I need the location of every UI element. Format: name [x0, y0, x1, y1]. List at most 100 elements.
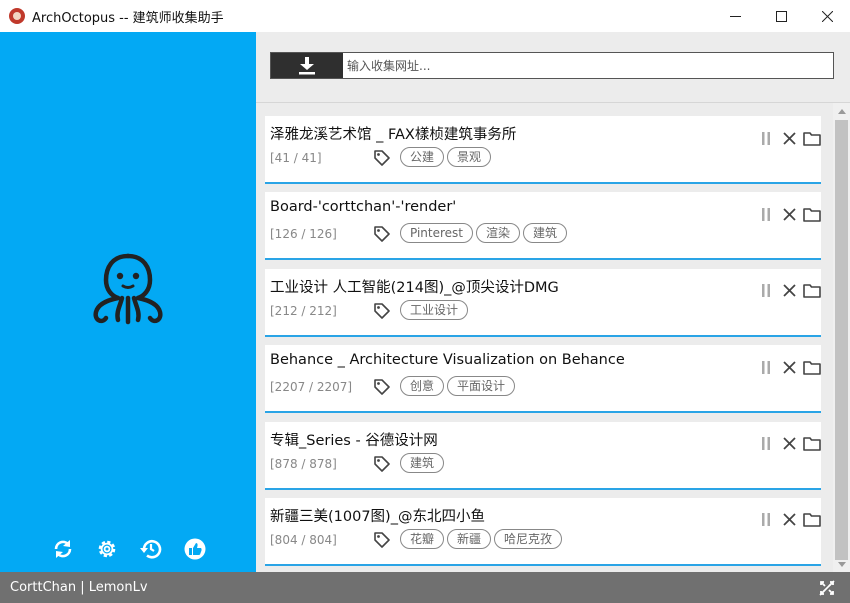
task-progress-bar	[265, 487, 821, 490]
tag-chip[interactable]: 哈尼克孜	[494, 528, 563, 549]
pause-icon	[762, 284, 770, 298]
tag-chip[interactable]: 建筑	[523, 223, 568, 244]
task-list: 泽雅龙溪艺术馆 _ FAX樣桢建筑事务所 [41 / 41] 公建 景观 Boar…	[265, 116, 821, 572]
task-progress-bar	[265, 258, 821, 261]
like-button[interactable]	[182, 536, 208, 562]
tag-chip[interactable]: 公建	[400, 147, 445, 167]
task-actions	[757, 129, 821, 147]
tag-list: 创意 平面设计	[400, 376, 516, 397]
task-item[interactable]: 专辑_Series - 谷德设计网 [878 / 878] 建筑	[265, 421, 821, 490]
task-count: [212 / 212]	[270, 303, 337, 318]
task-title: 专辑_Series - 谷德设计网	[270, 432, 438, 449]
scrollbar[interactable]	[833, 103, 850, 572]
pause-button[interactable]	[757, 129, 775, 147]
task-progress-fill	[265, 487, 821, 490]
open-folder-button[interactable]	[803, 511, 821, 529]
task-progress-bar	[265, 182, 821, 184]
folder-icon	[803, 284, 821, 299]
octopus-logo-icon	[93, 253, 163, 325]
task-item[interactable]: Behance _ Architecture Visualization on …	[265, 345, 821, 414]
pause-button[interactable]	[757, 282, 775, 300]
open-folder-button[interactable]	[803, 358, 821, 376]
scroll-up-arrow-icon[interactable]	[833, 103, 850, 120]
scroll-down-arrow-icon[interactable]	[833, 556, 850, 572]
main-panel: 泽雅龙溪艺术馆 _ FAX樣桢建筑事务所 [41 / 41] 公建景观 Boar…	[256, 32, 850, 572]
task-item[interactable]: 新疆三美(1007图)_@东北四小鱼 [804 / 804] 花瓣 新疆 哈尼克孜	[265, 497, 821, 566]
task-actions	[757, 282, 821, 300]
folder-icon	[803, 131, 821, 146]
folder-icon	[803, 513, 821, 528]
close-window-button[interactable]	[804, 0, 850, 32]
sidebar	[0, 32, 256, 572]
open-folder-button[interactable]	[803, 129, 821, 147]
folder-icon	[803, 208, 821, 222]
close-icon	[782, 284, 796, 297]
history-button[interactable]	[138, 536, 164, 562]
tag-icon	[374, 302, 390, 319]
remove-task-button[interactable]	[780, 435, 798, 453]
pause-button[interactable]	[757, 435, 775, 453]
tag-icon	[374, 226, 390, 243]
close-icon	[821, 10, 833, 22]
task-list-area: 泽雅龙溪艺术馆 _ FAX樣桢建筑事务所 [41 / 41] 公建 景观 Boar…	[256, 102, 850, 572]
status-bar: CorttChan | LemonLv	[0, 572, 850, 603]
url-input[interactable]	[343, 53, 833, 78]
tag-chip[interactable]: 工业设计	[400, 299, 469, 320]
task-title: 泽雅龙溪艺术馆 _ FAX樣桢建筑事务所	[270, 127, 517, 143]
remove-task-button[interactable]	[780, 282, 798, 300]
pause-button[interactable]	[757, 205, 775, 223]
task-progress-bar	[265, 334, 821, 337]
task-item[interactable]: 泽雅龙溪艺术馆 _ FAX樣桢建筑事务所 [41 / 41] 公建 景观	[265, 116, 821, 184]
close-icon	[782, 513, 796, 527]
open-folder-button[interactable]	[803, 282, 821, 300]
minimize-button[interactable]	[712, 0, 758, 32]
tag-chip[interactable]: Pinterest	[400, 223, 474, 244]
task-title: Behance _ Architecture Visualization on …	[270, 352, 625, 369]
sync-icon	[54, 540, 72, 558]
pause-button[interactable]	[757, 358, 775, 376]
task-item[interactable]: Board-'corttchan'-'render' [126 / 126] P…	[265, 192, 821, 261]
tag-chip[interactable]: 渲染	[476, 223, 521, 244]
open-folder-button[interactable]	[803, 435, 821, 453]
remove-task-button[interactable]	[780, 358, 798, 376]
tag-list: 建筑	[400, 452, 445, 473]
tag-chip[interactable]: 新疆	[447, 528, 492, 549]
status-text: CorttChan | LemonLv	[10, 580, 148, 595]
task-item[interactable]: 工业设计 人工智能(214图)_@顶尖设计DMG [212 / 212] 工业设…	[265, 268, 821, 337]
tag-icon	[374, 150, 390, 166]
tag-list: 工业设计	[400, 299, 469, 320]
download-button[interactable]	[271, 53, 343, 78]
tag-chip[interactable]: 花瓣	[400, 528, 445, 549]
url-bar	[270, 52, 834, 79]
folder-icon	[803, 360, 821, 375]
scroll-thumb[interactable]	[835, 120, 848, 560]
task-count: [2207 / 2207]	[270, 380, 353, 395]
tag-chip[interactable]: 建筑	[400, 452, 445, 473]
remove-task-button[interactable]	[780, 511, 798, 529]
task-count: [804 / 804]	[270, 532, 337, 547]
maximize-button[interactable]	[758, 0, 804, 32]
task-progress-fill	[265, 258, 821, 261]
open-folder-button[interactable]	[803, 205, 821, 223]
task-count: [41 / 41]	[270, 151, 322, 165]
task-count: [878 / 878]	[270, 456, 337, 471]
pause-button[interactable]	[757, 511, 775, 529]
task-progress-bar	[265, 563, 821, 566]
tag-icon	[374, 532, 390, 548]
remove-task-button[interactable]	[780, 205, 798, 223]
tag-chip[interactable]: 创意	[400, 376, 445, 397]
network-off-icon[interactable]	[818, 579, 836, 597]
tag-chip[interactable]: 平面设计	[447, 376, 516, 397]
sync-button[interactable]	[50, 536, 76, 562]
thumbs-up-icon	[184, 538, 206, 560]
settings-button[interactable]	[94, 536, 120, 562]
pause-icon	[762, 131, 770, 145]
tag-chip[interactable]: 景观	[447, 147, 492, 167]
remove-task-button[interactable]	[780, 129, 798, 147]
window-title: ArchOctopus -- 建筑师收集助手	[32, 10, 224, 26]
task-progress-fill	[265, 182, 821, 184]
maximize-icon	[775, 10, 787, 22]
pause-icon	[762, 513, 770, 527]
download-icon	[299, 56, 315, 74]
task-progress-fill	[265, 334, 821, 337]
